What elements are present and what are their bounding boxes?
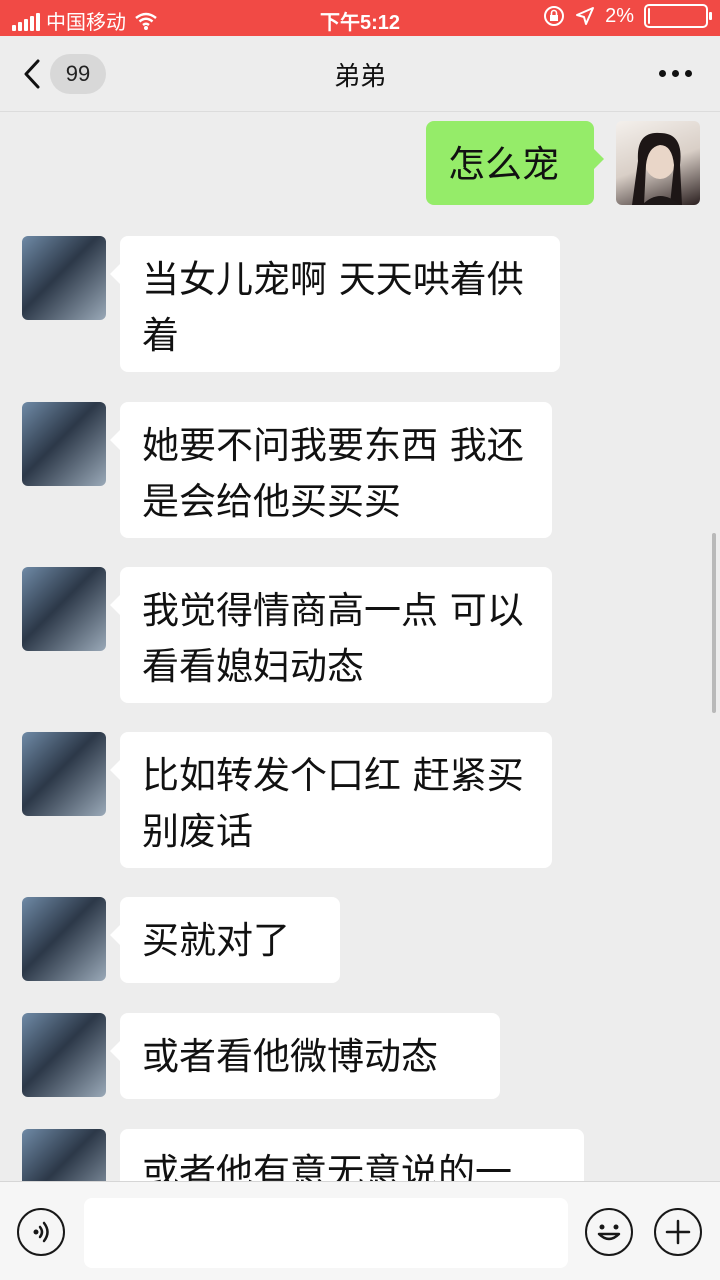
contact-avatar[interactable] [22,402,106,486]
more-options-button[interactable] [659,70,692,77]
battery-percent: 2% [605,4,634,27]
contact-avatar[interactable] [22,236,106,320]
chat-area[interactable]: 怎么宠 当女儿宠啊 天天哄着供着 她要不问我要东西 我还是会给他买买买 我觉得情… [0,113,720,1181]
message-bubble-incoming[interactable]: 她要不问我要东西 我还是会给他买买买 [110,402,552,538]
chat-scrollbar[interactable] [712,533,716,713]
emoji-button[interactable] [585,1208,633,1256]
status-bar: 中国移动 下午5:12 2% [0,0,720,36]
plus-icon [665,1219,691,1245]
input-bar [0,1181,720,1280]
contact-avatar[interactable] [22,1129,106,1181]
more-dot-icon [672,70,679,77]
status-right: 2% [543,4,712,28]
nav-bar: 99 弟弟 [0,36,720,112]
more-dot-icon [685,70,692,77]
message-bubble-incoming[interactable]: 我觉得情商高一点 可以看看媳妇动态 [110,567,552,703]
message-bubble-outgoing[interactable]: 怎么宠 [426,121,604,205]
plus-button[interactable] [654,1208,702,1256]
message-bubble-incoming[interactable]: 买就对了 [110,897,340,983]
more-dot-icon [659,70,666,77]
voice-icon [33,1221,49,1243]
message-bubble-incoming[interactable]: 或者看他微博动态 [110,1013,500,1099]
contact-avatar[interactable] [22,897,106,981]
emoji-icon [597,1224,621,1241]
message-bubble-incoming[interactable]: 比如转发个口红 赶紧买 别废话 [110,732,552,868]
chat-title: 弟弟 [333,62,386,92]
contact-avatar[interactable] [22,567,106,651]
message-input[interactable] [84,1198,568,1268]
contact-avatar[interactable] [22,732,106,816]
message-bubble-incoming[interactable]: 或者他有意无意说的一 [120,1129,584,1181]
battery-icon [644,4,712,28]
my-avatar[interactable] [616,121,700,205]
girl-portrait-icon [632,132,682,205]
battery-level [648,8,650,24]
message-bubble-incoming[interactable]: 当女儿宠啊 天天哄着供着 [110,236,560,372]
location-arrow-icon [576,7,595,25]
contact-avatar[interactable] [22,1013,106,1097]
rotation-lock-icon [544,6,565,26]
voice-button[interactable] [17,1208,65,1256]
